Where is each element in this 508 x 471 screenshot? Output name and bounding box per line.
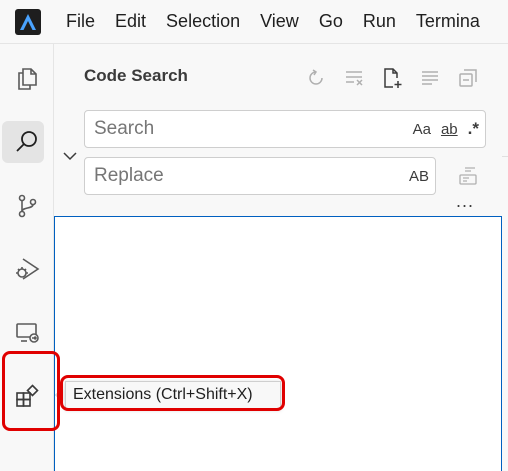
source-control-icon	[18, 194, 37, 218]
search-icon	[16, 131, 37, 152]
search-field: Aa ab .*	[84, 110, 486, 148]
search-input[interactable]	[85, 111, 365, 147]
app-logo-icon	[0, 0, 56, 44]
view-as-tree-icon	[422, 71, 438, 85]
activity-run-debug[interactable]	[0, 244, 54, 294]
more-options-button[interactable]: ...	[456, 192, 474, 210]
activity-remote-explorer[interactable]	[0, 307, 54, 357]
refresh-icon	[309, 69, 323, 85]
menu-go[interactable]: Go	[309, 0, 353, 44]
collapse-all-button[interactable]	[454, 64, 482, 92]
collapse-all-icon	[459, 69, 477, 87]
replace-input[interactable]	[85, 158, 365, 194]
new-search-editor-icon	[384, 68, 402, 88]
search-results-area[interactable]	[54, 216, 502, 471]
menu-view[interactable]: View	[250, 0, 309, 44]
menu-terminal[interactable]: Termina	[406, 0, 490, 44]
menu-run[interactable]: Run	[353, 0, 406, 44]
extensions-icon	[16, 384, 39, 407]
menu-edit[interactable]: Edit	[105, 0, 156, 44]
extensions-tooltip: Extensions (Ctrl+Shift+X)	[65, 381, 281, 409]
activity-bar	[0, 44, 54, 471]
replace-field: AB	[84, 157, 436, 195]
search-options: Aa ab .*	[413, 111, 479, 147]
match-case-toggle[interactable]: Aa	[413, 121, 431, 138]
replace-all-button[interactable]	[454, 162, 482, 190]
view-as-tree-button[interactable]	[416, 64, 444, 92]
use-regex-toggle[interactable]: .*	[468, 119, 479, 139]
run-debug-icon	[16, 258, 40, 280]
activity-search[interactable]	[0, 117, 54, 167]
panel-title: Code Search	[84, 66, 188, 85]
menu-file[interactable]: File	[56, 0, 105, 44]
replace-all-icon	[459, 167, 477, 185]
files-icon	[18, 68, 37, 90]
clear-results-icon	[346, 71, 363, 86]
menu-selection[interactable]: Selection	[156, 0, 250, 44]
replace-options: AB	[409, 158, 429, 194]
menu-bar: File Edit Selection View Go Run Termina	[0, 0, 508, 44]
activity-source-control[interactable]	[0, 181, 54, 231]
panel-title-actions	[302, 64, 482, 92]
refresh-button[interactable]	[302, 64, 330, 92]
toggle-replace-button[interactable]	[60, 146, 80, 166]
preserve-case-toggle[interactable]: AB	[409, 168, 429, 185]
match-whole-word-toggle[interactable]: ab	[441, 121, 458, 138]
activity-extensions[interactable]	[0, 371, 54, 421]
clear-results-button[interactable]	[340, 64, 368, 92]
divider	[502, 156, 508, 157]
chevron-down-icon	[63, 152, 77, 161]
activity-explorer[interactable]	[0, 54, 54, 104]
remote-explorer-icon	[16, 323, 39, 343]
new-search-editor-button[interactable]	[378, 64, 406, 92]
